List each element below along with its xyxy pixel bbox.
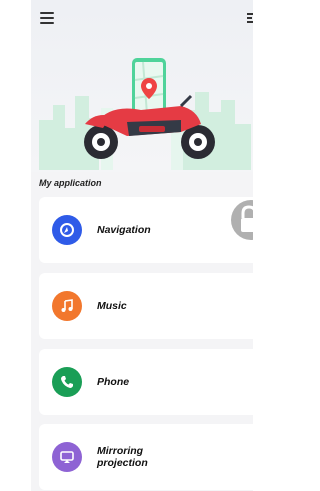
hamburger-menu-icon[interactable]	[40, 12, 54, 24]
toggle-icon[interactable]	[247, 11, 253, 25]
app-label: Music	[97, 300, 127, 312]
app-label: Phone	[97, 376, 130, 388]
app-label: Navigation	[97, 224, 151, 236]
app-screen: My application Navigation Music Phone Mi…	[31, 0, 253, 491]
motorcycle-illustration	[39, 58, 251, 170]
lock-button[interactable]	[231, 200, 253, 240]
hero-banner	[31, 0, 253, 172]
app-card-mirroring-projection[interactable]: Mirroring projection	[39, 424, 253, 490]
app-card-music[interactable]: Music	[39, 273, 253, 339]
phone-icon	[52, 367, 82, 397]
lock-icon	[241, 205, 253, 232]
section-title: My application	[39, 178, 102, 188]
music-icon	[52, 291, 82, 321]
app-card-navigation[interactable]: Navigation	[39, 197, 253, 263]
app-card-phone[interactable]: Phone	[39, 349, 253, 415]
app-label: Mirroring projection	[97, 445, 148, 469]
mirroring-projection-icon	[52, 442, 82, 472]
navigation-icon	[52, 215, 82, 245]
